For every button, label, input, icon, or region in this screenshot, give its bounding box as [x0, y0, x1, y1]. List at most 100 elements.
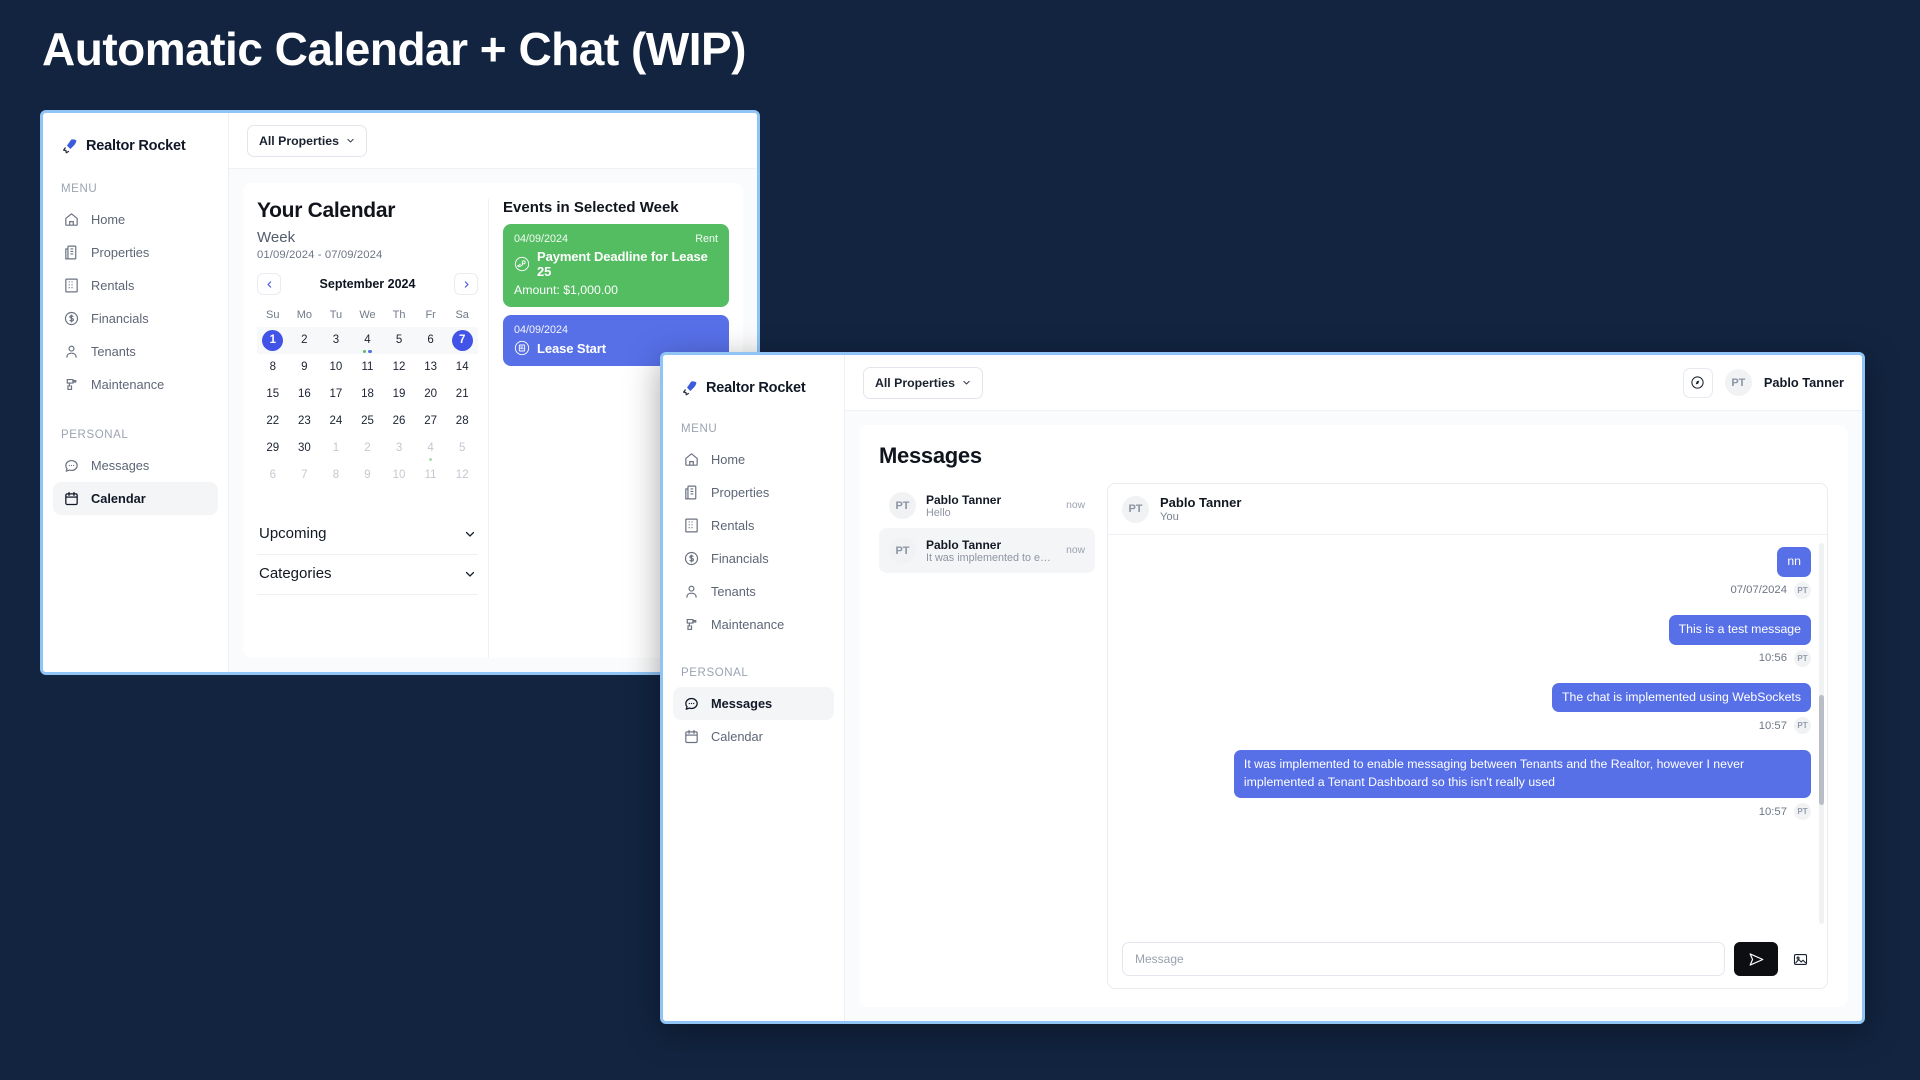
image-icon: [1793, 953, 1807, 965]
rocket-icon: [683, 381, 697, 396]
message-time: 10:56: [1758, 652, 1787, 665]
brand[interactable]: Realtor Rocket: [43, 129, 228, 155]
calendar-day-cell[interactable]: 16: [289, 381, 321, 408]
calendar-day-cell[interactable]: 12: [446, 462, 478, 489]
calendar-day-cell[interactable]: 4: [415, 435, 447, 462]
calendar-day-number: 9: [364, 469, 371, 481]
calendar-month-nav: September 2024: [257, 273, 478, 295]
calendar-icon: [685, 729, 698, 744]
brand[interactable]: Realtor Rocket: [663, 371, 844, 397]
sidebar-item-home[interactable]: Home: [53, 203, 218, 236]
explore-button[interactable]: [1682, 367, 1713, 398]
sidebar-item-calendar[interactable]: Calendar: [53, 482, 218, 515]
calendar-day-cell[interactable]: 10: [383, 462, 415, 489]
avatar: PT: [1794, 717, 1811, 735]
calendar-day-cell[interactable]: 11: [352, 354, 384, 381]
accordion-categories[interactable]: Categories: [257, 555, 478, 595]
calendar-day-cell[interactable]: 8: [320, 462, 352, 489]
calendar-day-cell[interactable]: 11: [415, 462, 447, 489]
message-bubble[interactable]: It was implemented to enable messaging b…: [1233, 750, 1811, 799]
event-card-payment-deadline[interactable]: 04/09/2024 Rent Payment Deadline for Lea…: [503, 224, 729, 307]
message-bubble[interactable]: The chat is implemented using WebSockets: [1552, 682, 1811, 713]
calendar-day-cell[interactable]: 7: [289, 462, 321, 489]
calendar-grid[interactable]: Su Mo Tu We Th Fr Sa 1 2 3 4 5 6 7 8 9 10 11 12 13 14 15 16 17 1…: [257, 305, 478, 489]
attach-image-button[interactable]: [1787, 946, 1813, 972]
calendar-day-cell[interactable]: 4: [351, 327, 384, 354]
sidebar-item-messages[interactable]: Messages: [53, 449, 218, 482]
message-bubble[interactable]: This is a test message: [1668, 614, 1811, 645]
calendar-day-cell[interactable]: 19: [383, 381, 415, 408]
sidebar-item-maintenance[interactable]: Maintenance: [673, 608, 834, 641]
property-filter-dropdown[interactable]: All Properties: [863, 366, 983, 399]
nav-section-menu: MENU: [681, 423, 718, 435]
calendar-day-cell[interactable]: 6: [414, 327, 447, 354]
calendar-day-cell[interactable]: 20: [415, 381, 447, 408]
scrollbar-thumb[interactable]: [1819, 695, 1824, 805]
calendar-day-cell[interactable]: 9: [352, 462, 384, 489]
sidebar-item-messages[interactable]: Messages: [673, 687, 834, 720]
calendar-day-number: 13: [424, 361, 438, 373]
calendar-day-cell[interactable]: 26: [383, 408, 415, 435]
calendar-day-cell[interactable]: 14: [446, 354, 478, 381]
compass-icon: [1691, 376, 1704, 389]
sidebar-item-tenants[interactable]: Tenants: [53, 335, 218, 368]
sidebar-item-properties[interactable]: Properties: [673, 476, 834, 509]
calendar-day-cell[interactable]: 6: [257, 462, 289, 489]
conversation-preview: Hello: [926, 506, 951, 519]
property-filter-dropdown[interactable]: All Properties: [247, 124, 367, 157]
calendar-day-cell[interactable]: 13: [415, 354, 447, 381]
calendar-day-cell[interactable]: 17: [320, 381, 352, 408]
calendar-day-cell[interactable]: 21: [446, 381, 478, 408]
sidebar-item-calendar[interactable]: Calendar: [673, 720, 834, 753]
calendar-day-cell[interactable]: 3: [383, 435, 415, 462]
message-row: The chat is implemented using WebSockets…: [1124, 682, 1811, 735]
sidebar-item-tenants[interactable]: Tenants: [673, 575, 834, 608]
calendar-day-cell[interactable]: 30: [289, 435, 321, 462]
calendar-day-cell[interactable]: 10: [320, 354, 352, 381]
calendar-day-cell[interactable]: 3: [320, 327, 352, 354]
calendar-day-cell[interactable]: 22: [257, 408, 289, 435]
drill-icon: [686, 618, 697, 631]
sidebar-item-rentals[interactable]: Rentals: [673, 509, 834, 542]
sidebar-item-properties[interactable]: Properties: [53, 236, 218, 269]
message-input[interactable]: [1122, 942, 1725, 976]
calendar-day-cell[interactable]: 8: [257, 354, 289, 381]
accordion-upcoming[interactable]: Upcoming: [257, 515, 478, 555]
message-meta: 10:56 PT: [1758, 649, 1811, 667]
calendar-day-cell[interactable]: 5: [446, 435, 478, 462]
prev-month-button[interactable]: [257, 273, 281, 295]
calendar-day-cell[interactable]: 18: [352, 381, 384, 408]
calendar-day-cell[interactable]: 28: [446, 408, 478, 435]
message-time: 07/07/2024: [1730, 584, 1787, 597]
calendar-day-cell[interactable]: 1: [257, 327, 289, 354]
calendar-day-cell[interactable]: 2: [352, 435, 384, 462]
calendar-day-cell[interactable]: 27: [415, 408, 447, 435]
calendar-day-cell[interactable]: 2: [288, 327, 321, 354]
sidebar-item-financials[interactable]: Financials: [53, 302, 218, 335]
calendar-day-cell[interactable]: 7: [446, 327, 478, 354]
sidebar-item-home[interactable]: Home: [673, 443, 834, 476]
calendar-day-cell[interactable]: 5: [383, 327, 415, 354]
calendar-day-cell[interactable]: 12: [383, 354, 415, 381]
message-time: 10:57: [1758, 805, 1787, 818]
sidebar-item-rentals[interactable]: Rentals: [53, 269, 218, 302]
calendar-day-cell[interactable]: 23: [289, 408, 321, 435]
sidebar-item-label: Maintenance: [91, 377, 165, 392]
sidebar-item-maintenance[interactable]: Maintenance: [53, 368, 218, 401]
next-month-button[interactable]: [454, 273, 478, 295]
calendar-day-cell[interactable]: 15: [257, 381, 289, 408]
conversation-time: now: [1066, 545, 1085, 556]
sidebar-item-financials[interactable]: Financials: [673, 542, 834, 575]
avatar[interactable]: PT: [1724, 369, 1752, 396]
calendar-day-cell[interactable]: 24: [320, 408, 352, 435]
message-bubble[interactable]: nn: [1777, 547, 1811, 577]
calendar-day-cell[interactable]: 9: [289, 354, 321, 381]
apartment-icon: [685, 518, 698, 533]
calendar-day-cell[interactable]: 25: [352, 408, 384, 435]
list-item[interactable]: PT Pablo Tanner Hello now: [879, 483, 1095, 528]
send-button[interactable]: [1734, 942, 1778, 976]
property-filter-label: All Properties: [259, 133, 339, 148]
calendar-day-cell[interactable]: 1: [320, 435, 352, 462]
calendar-day-cell[interactable]: 29: [257, 435, 289, 462]
list-item[interactable]: PT Pablo Tanner It was implemented to en…: [879, 528, 1095, 573]
